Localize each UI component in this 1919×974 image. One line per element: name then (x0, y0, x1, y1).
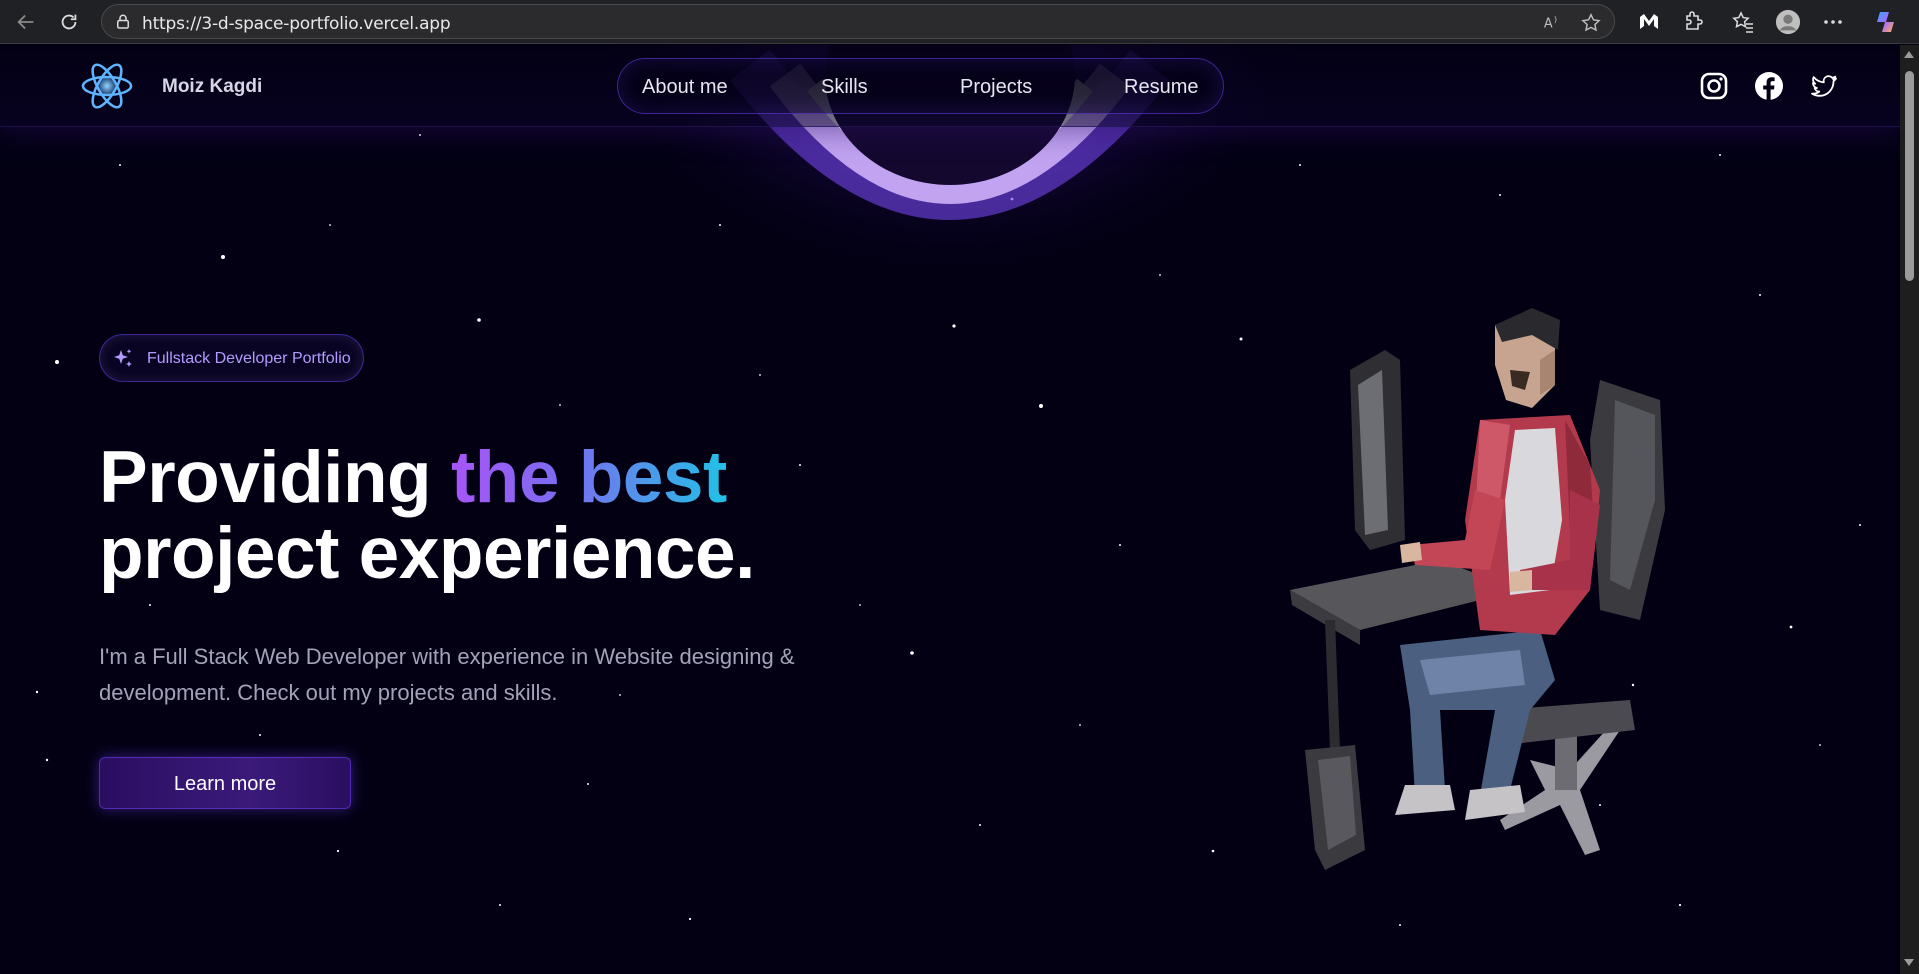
atom-logo-icon[interactable] (80, 59, 134, 113)
extensions-icon[interactable] (1680, 9, 1706, 35)
copilot-icon[interactable] (1874, 9, 1900, 35)
back-icon[interactable] (12, 8, 40, 36)
hero-description: I'm a Full Stack Web Developer with expe… (99, 644, 795, 705)
site-info-icon[interactable] (114, 13, 132, 31)
badge-text: Fullstack Developer Portfolio (147, 350, 351, 367)
nav-resume[interactable]: Resume (1124, 76, 1198, 99)
nav-about-me[interactable]: About me (642, 76, 728, 99)
nav-menu: About me Skills Projects Resume (617, 58, 1224, 114)
instagram-icon[interactable] (1699, 71, 1729, 101)
developer-3d-illustration (1290, 308, 1665, 870)
svg-text:A: A (1544, 17, 1553, 32)
browser-toolbar: https://3-d-space-portfolio.vercel.app A… (0, 0, 1919, 44)
scroll-thumb[interactable] (1905, 71, 1914, 281)
nav-projects[interactable]: Projects (960, 76, 1032, 99)
headline-part-1: Providing (99, 437, 432, 518)
svg-text:): ) (1554, 14, 1557, 24)
sparkles-icon (114, 349, 132, 367)
headline-highlight: the best (450, 437, 727, 518)
hero-headline: Providing the best project experience. (99, 440, 755, 592)
scroll-up-arrow-icon[interactable] (1904, 51, 1914, 58)
malwarebytes-icon[interactable] (1636, 9, 1662, 35)
nav-skills[interactable]: Skills (821, 76, 868, 99)
scroll-down-arrow-icon[interactable] (1904, 959, 1914, 966)
url-text[interactable]: https://3-d-space-portfolio.vercel.app (142, 14, 451, 34)
favorites-icon[interactable] (1730, 9, 1756, 35)
address-bar[interactable]: https://3-d-space-portfolio.vercel.app A… (101, 4, 1615, 39)
read-aloud-icon[interactable]: A ) (1542, 12, 1564, 34)
more-icon[interactable] (1820, 9, 1846, 35)
twitter-icon[interactable] (1809, 71, 1839, 101)
portfolio-badge: Fullstack Developer Portfolio (99, 334, 364, 382)
page-scrollbar[interactable] (1900, 45, 1919, 974)
brand-name[interactable]: Moiz Kagdi (162, 76, 262, 98)
headline-part-2: project experience. (99, 513, 755, 594)
learn-more-button[interactable]: Learn more (99, 757, 351, 809)
reload-icon[interactable] (55, 8, 83, 36)
page-viewport: Moiz Kagdi About me Skills Projects Resu… (0, 45, 1900, 974)
facebook-icon[interactable] (1754, 71, 1784, 101)
site-navbar: Moiz Kagdi About me Skills Projects Resu… (0, 45, 1900, 127)
favorite-star-icon[interactable] (1580, 12, 1602, 34)
profile-icon[interactable] (1775, 9, 1801, 35)
